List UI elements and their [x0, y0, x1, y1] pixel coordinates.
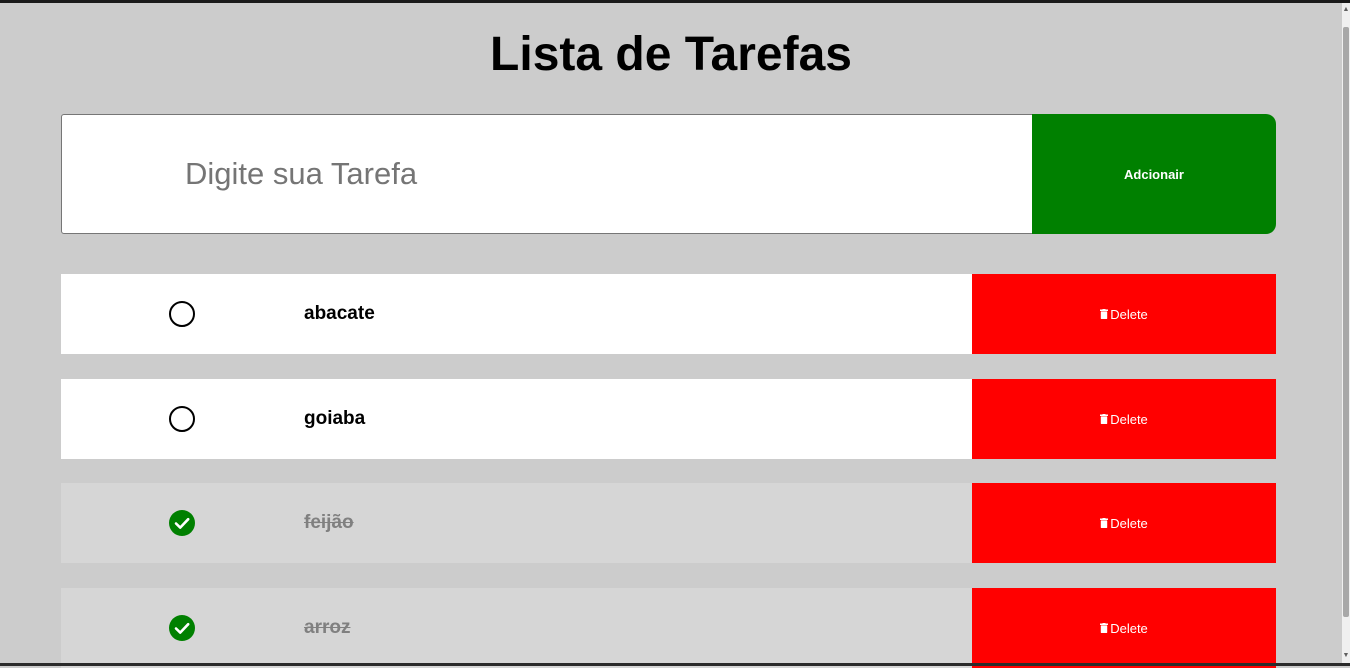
trash-icon	[1100, 621, 1109, 636]
scroll-up-arrow-icon[interactable]: ▲	[1342, 5, 1350, 15]
delete-label: Delete	[1110, 515, 1148, 531]
task-text[interactable]: feijão	[304, 483, 354, 563]
task-item: goiaba Delete	[61, 379, 1276, 459]
delete-task-button[interactable]: Delete	[972, 483, 1276, 563]
task-text[interactable]: abacate	[304, 274, 375, 354]
task-item: abacate Delete	[61, 274, 1276, 354]
task-item: feijão Delete	[61, 483, 1276, 563]
trash-icon	[1100, 516, 1109, 531]
circle-outline-icon[interactable]	[169, 301, 195, 327]
page: Lista de Tarefas Adcionair abacate Delet…	[0, 3, 1342, 668]
check-circle-icon[interactable]	[169, 615, 195, 641]
taskbar-strip	[0, 663, 1350, 666]
delete-task-button[interactable]: Delete	[972, 274, 1276, 354]
delete-task-button[interactable]: Delete	[972, 588, 1276, 668]
scrollbar-thumb[interactable]	[1343, 27, 1349, 617]
trash-icon	[1100, 412, 1109, 427]
page-title: Lista de Tarefas	[490, 28, 852, 81]
delete-label: Delete	[1110, 620, 1148, 636]
delete-task-button[interactable]: Delete	[972, 379, 1276, 459]
delete-label: Delete	[1110, 306, 1148, 322]
vertical-scrollbar[interactable]: ▲ ▼	[1342, 3, 1350, 663]
task-text[interactable]: goiaba	[304, 379, 365, 459]
task-input[interactable]	[61, 114, 1033, 234]
task-text[interactable]: arroz	[304, 588, 350, 668]
trash-icon	[1100, 307, 1109, 322]
circle-outline-icon[interactable]	[169, 406, 195, 432]
check-circle-icon[interactable]	[169, 510, 195, 536]
add-task-form: Adcionair	[61, 114, 1276, 234]
task-item: arroz Delete	[61, 588, 1276, 668]
delete-label: Delete	[1110, 411, 1148, 427]
scroll-down-arrow-icon[interactable]: ▼	[1342, 651, 1350, 661]
add-task-button[interactable]: Adcionair	[1032, 114, 1276, 234]
